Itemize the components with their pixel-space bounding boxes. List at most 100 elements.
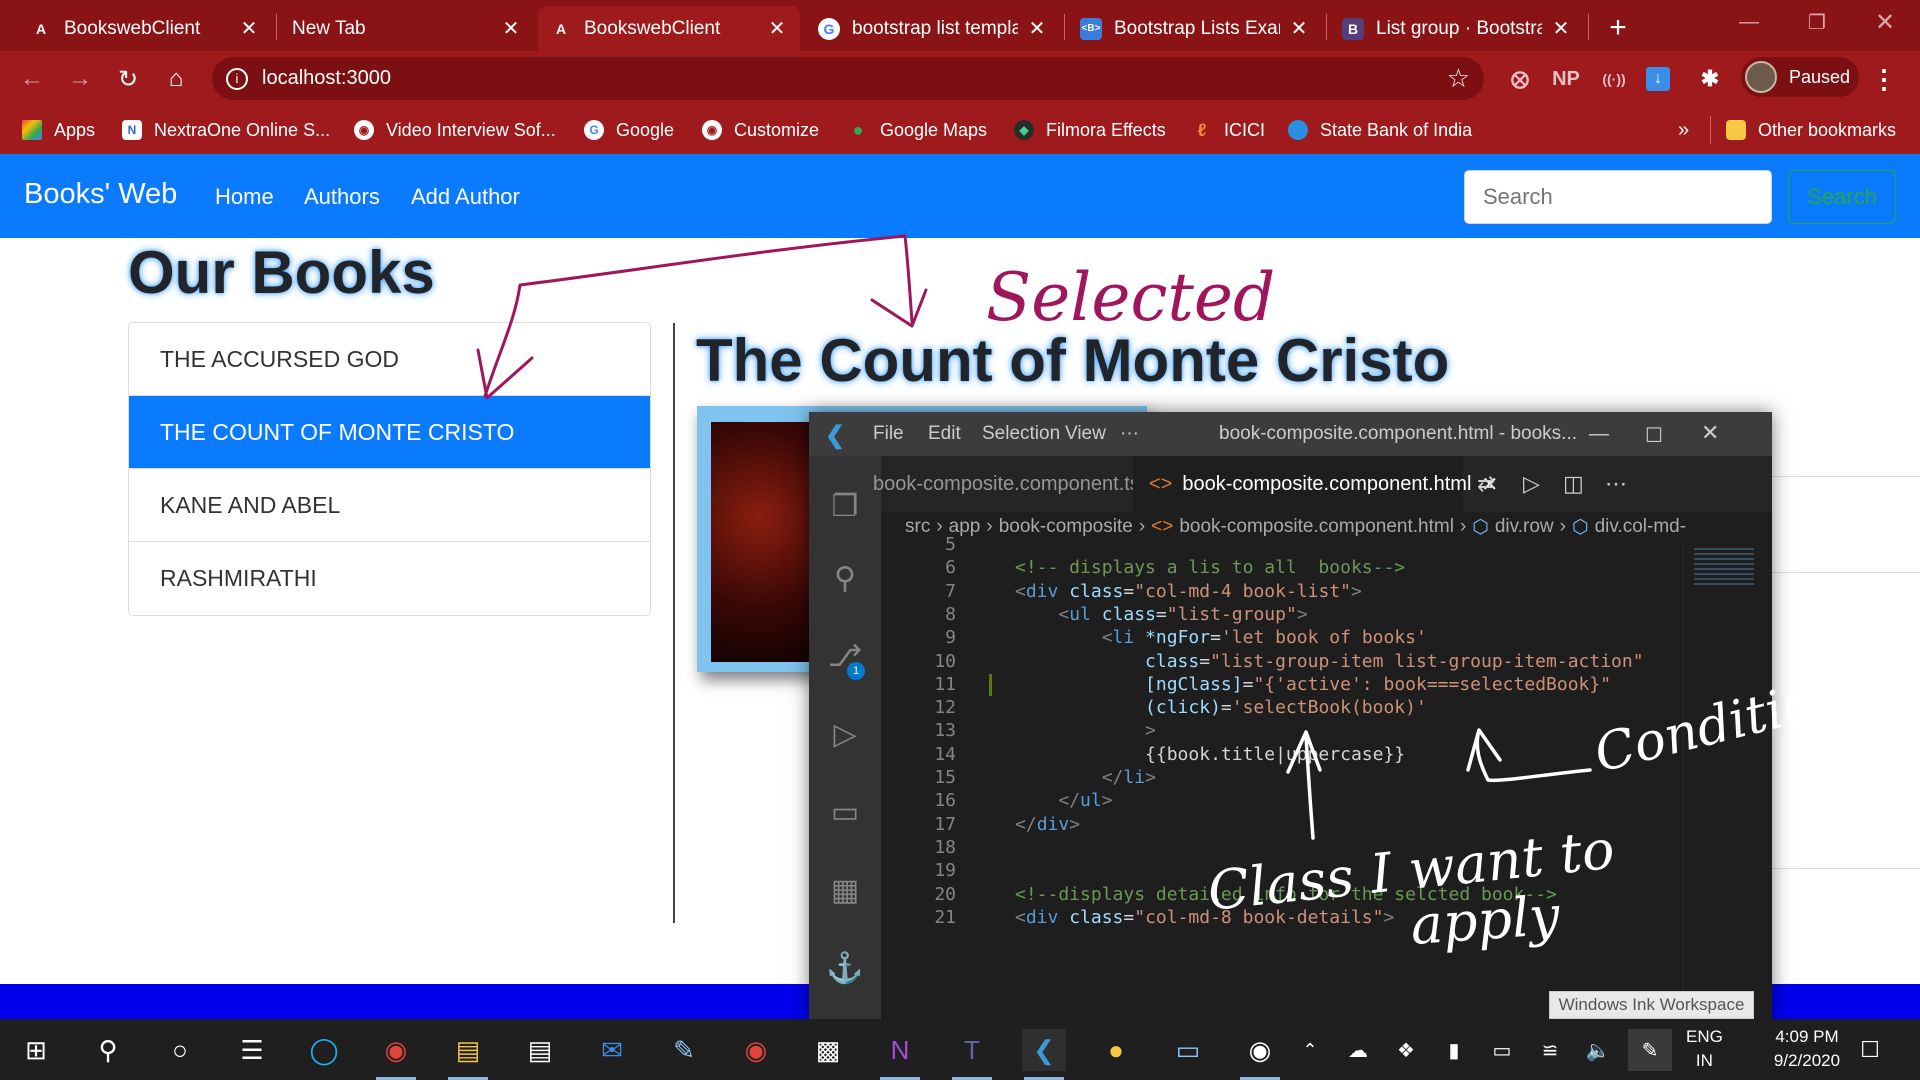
battery-icon[interactable]: ▭ [1480, 1029, 1524, 1071]
teams-icon[interactable]: T [950, 1029, 994, 1080]
vscode-maximize-button[interactable]: ☐ [1645, 423, 1663, 448]
code-line[interactable]: <div class="col-md-8 book-details"> [1015, 907, 1394, 928]
terminal-icon[interactable]: ▩ [806, 1029, 850, 1071]
bookmark-google-maps[interactable]: ● Google Maps [848, 116, 988, 144]
explorer-icon[interactable]: ❐ [825, 486, 865, 526]
usb-icon[interactable]: ▮ [1432, 1029, 1476, 1071]
search-input[interactable] [1464, 170, 1772, 224]
code-line[interactable]: class="list-group-item list-group-item-a… [1015, 651, 1644, 672]
docker-icon[interactable]: ⚓ [825, 948, 865, 988]
volume-icon[interactable]: 🔈 [1576, 1029, 1620, 1071]
onenote-icon[interactable]: N [878, 1029, 922, 1080]
dropbox-icon[interactable]: ❖ [1384, 1029, 1428, 1071]
clock[interactable]: 4:09 PM 9/2/2020 [1757, 1025, 1857, 1073]
tab-list-group-bootstrap[interactable]: B List group · Bootstrap ✕ [1330, 6, 1584, 51]
nav-add-author[interactable]: Add Author [411, 184, 520, 210]
code-editor[interactable]: 5 6 <!-- displays a lis to all books--> 7 <d… [881, 534, 1701, 1020]
code-line[interactable]: </ul> [1015, 790, 1112, 811]
close-icon[interactable]: ✕ [1026, 16, 1048, 41]
code-line[interactable]: <!-- displays a lis to all books--> [1015, 557, 1405, 578]
breadcrumb-item[interactable]: book-composite.component.html [1179, 516, 1454, 538]
close-icon[interactable]: ✕ [1550, 16, 1572, 41]
code-line[interactable]: (click)='selectBook(book)' [1015, 697, 1427, 718]
file-explorer-icon[interactable]: ▤ [446, 1029, 490, 1080]
code-line[interactable]: <li *ngFor='let book of books' [1015, 627, 1427, 648]
new-tab-button[interactable]: + [1600, 10, 1636, 46]
run-icon[interactable]: ▷ [1523, 456, 1540, 512]
run-debug-icon[interactable]: ▷ [825, 714, 865, 754]
paint-icon[interactable]: ✎ [662, 1029, 706, 1071]
bookmark-google[interactable]: G Google [584, 116, 674, 144]
minimap[interactable] [1683, 542, 1772, 1020]
menu-more[interactable]: ··· [1120, 423, 1139, 445]
bookmark-icici[interactable]: ℓ ICICI [1192, 116, 1265, 144]
code-line[interactable]: > [1015, 720, 1156, 741]
more-actions-icon[interactable]: ⋯ [1605, 456, 1627, 512]
tab-new-tab[interactable]: New Tab ✕ [280, 6, 534, 51]
bookmark-apps[interactable]: Apps [22, 116, 95, 144]
forward-button[interactable]: → [60, 59, 100, 99]
home-button[interactable]: ⌂ [156, 59, 196, 99]
nav-home[interactable]: Home [215, 184, 274, 210]
code-line[interactable]: <!--displays detailed info for the selct… [1015, 884, 1557, 905]
book-list-item[interactable]: KANE AND ABEL [129, 469, 650, 542]
vscode-minimize-button[interactable]: — [1589, 423, 1609, 446]
book-list-item-active[interactable]: THE COUNT OF MONTE CRISTO [129, 396, 650, 469]
language-indicator[interactable]: ENG IN [1686, 1025, 1723, 1073]
breadcrumb-item[interactable]: div.row [1495, 516, 1554, 538]
book-list-item[interactable]: THE ACCURSED GOD [129, 323, 650, 396]
extension-broadcast-icon[interactable]: ((·)) [1598, 63, 1630, 95]
search-button[interactable]: Search [1788, 170, 1896, 224]
menu-file[interactable]: File [873, 423, 904, 445]
bookmark-star-icon[interactable]: ☆ [1447, 63, 1470, 94]
tab-bootstrap-list-template[interactable]: G bootstrap list templa ✕ [806, 6, 1060, 51]
tab-component-ts[interactable]: book-composite.component.ts [873, 456, 1140, 512]
wifi-icon[interactable]: ≌ [1528, 1029, 1572, 1071]
extensions-puzzle-icon[interactable]: ✱ [1694, 63, 1726, 95]
extension-np-icon[interactable]: NP [1550, 63, 1582, 95]
bookmark-sbi[interactable]: State Bank of India [1288, 116, 1472, 144]
search-icon[interactable]: ⚲ [86, 1029, 130, 1071]
code-line[interactable]: <ul class="list-group"> [1015, 604, 1307, 625]
open-changes-icon[interactable]: ⇄ [1477, 456, 1495, 512]
chrome-profile-icon[interactable]: ◉ [734, 1029, 778, 1071]
pen-workspace-icon[interactable]: ✎ [1628, 1029, 1672, 1071]
bookmarks-overflow-button[interactable]: » [1678, 116, 1689, 144]
close-icon[interactable]: ✕ [500, 16, 522, 41]
other-bookmarks[interactable]: Other bookmarks [1726, 116, 1896, 144]
menu-selection[interactable]: Selection [982, 423, 1060, 445]
extension-circle-icon[interactable]: ⨂ [1504, 63, 1536, 95]
chrome-menu-icon[interactable]: ⋮ [1868, 63, 1900, 95]
xbox-icon[interactable]: ◉ [1238, 1029, 1282, 1080]
onedrive-icon[interactable]: ☁ [1336, 1029, 1380, 1071]
profile-button[interactable]: Paused [1741, 57, 1859, 97]
code-line[interactable]: <div class="col-md-4 book-list"> [1015, 581, 1362, 602]
restore-button[interactable]: ❐ [1783, 0, 1851, 44]
mail-icon[interactable]: ✉ [590, 1029, 634, 1071]
task-view-icon[interactable]: ☰ [230, 1029, 274, 1071]
extensions-icon[interactable]: ▦ [825, 870, 865, 910]
tab-bootstrap-lists-examples[interactable]: <B> Bootstrap Lists Exam ✕ [1068, 6, 1322, 51]
code-line[interactable]: </li> [1015, 767, 1156, 788]
brand-link[interactable]: Books' Web [24, 178, 177, 211]
search-icon[interactable]: ⚲ [825, 558, 865, 598]
paint3d-icon[interactable]: ● [1094, 1029, 1138, 1071]
close-icon[interactable]: ✕ [766, 16, 788, 41]
cortana-icon[interactable]: ○ [158, 1029, 202, 1071]
tab-bookswebclient-active[interactable]: A BookswebClient ✕ [538, 6, 800, 51]
tab-component-html[interactable]: <> book-composite.component.html ✕ [1133, 456, 1498, 512]
book-list-item[interactable]: RASHMIRATHI [129, 542, 650, 615]
back-button[interactable]: ← [12, 59, 52, 99]
reload-button[interactable]: ↻ [108, 59, 148, 99]
window-close-button[interactable]: ✕ [1851, 0, 1919, 44]
split-editor-icon[interactable]: ◫ [1563, 456, 1584, 512]
bookmark-customize[interactable]: ◉ Customize [702, 116, 819, 144]
info-icon[interactable]: i [226, 67, 248, 90]
tray-overflow-icon[interactable]: ⌃ [1288, 1029, 1332, 1071]
bookmark-video-interview[interactable]: ◉ Video Interview Sof... [354, 116, 556, 144]
minimize-button[interactable]: — [1715, 0, 1783, 44]
address-bar[interactable]: i localhost:3000 ☆ [212, 57, 1484, 100]
store-icon[interactable]: ▤ [518, 1029, 562, 1071]
snip-icon[interactable]: ▭ [1166, 1029, 1210, 1071]
windows-start-icon[interactable]: ⊞ [14, 1029, 58, 1071]
